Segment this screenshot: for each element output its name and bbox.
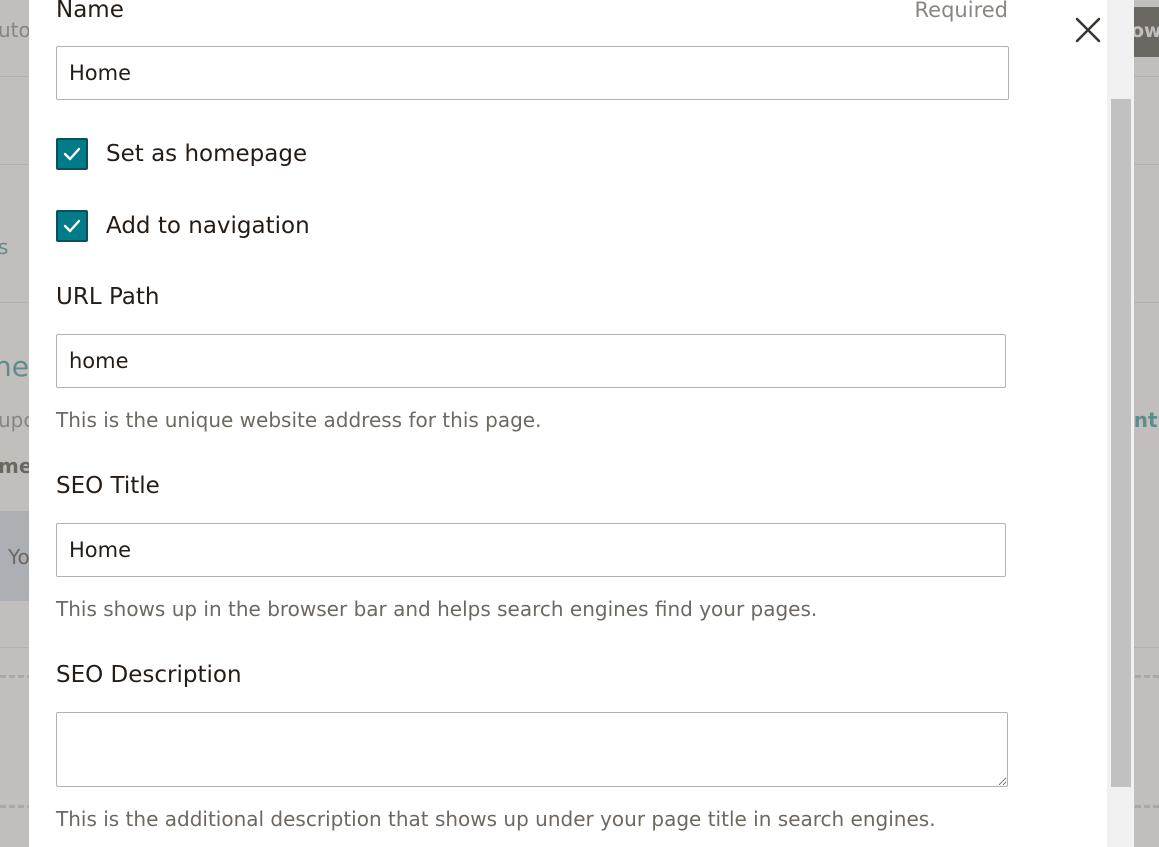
set-homepage-checkbox[interactable] — [56, 138, 88, 170]
url-path-help: This is the unique website address for t… — [56, 408, 542, 432]
url-path-input[interactable] — [56, 334, 1006, 388]
add-navigation-checkbox-row[interactable]: Add to navigation — [56, 208, 310, 244]
seo-description-textarea[interactable] — [56, 712, 1008, 787]
modal-scrollbar[interactable] — [1107, 0, 1134, 847]
add-navigation-label: Add to navigation — [106, 213, 310, 239]
scrollbar-thumb[interactable] — [1111, 99, 1131, 787]
close-icon — [1075, 17, 1101, 43]
seo-description-help: This is the additional description that … — [56, 807, 936, 831]
set-homepage-label: Set as homepage — [106, 141, 308, 167]
url-path-label: URL Path — [56, 284, 160, 310]
name-label: Name — [56, 0, 124, 23]
seo-title-label: SEO Title — [56, 473, 160, 499]
seo-description-label: SEO Description — [56, 662, 242, 688]
page-settings-modal: Name Required Set as homepage Add to nav… — [29, 0, 1107, 847]
name-input[interactable] — [56, 46, 1009, 100]
set-homepage-checkbox-row[interactable]: Set as homepage — [56, 136, 307, 172]
close-button[interactable] — [1072, 14, 1104, 46]
required-indicator: Required — [914, 0, 1008, 22]
checkmark-icon — [63, 219, 81, 233]
checkmark-icon — [63, 147, 81, 161]
add-navigation-checkbox[interactable] — [56, 210, 88, 242]
seo-title-help: This shows up in the browser bar and hel… — [56, 597, 818, 621]
seo-title-input[interactable] — [56, 523, 1006, 577]
